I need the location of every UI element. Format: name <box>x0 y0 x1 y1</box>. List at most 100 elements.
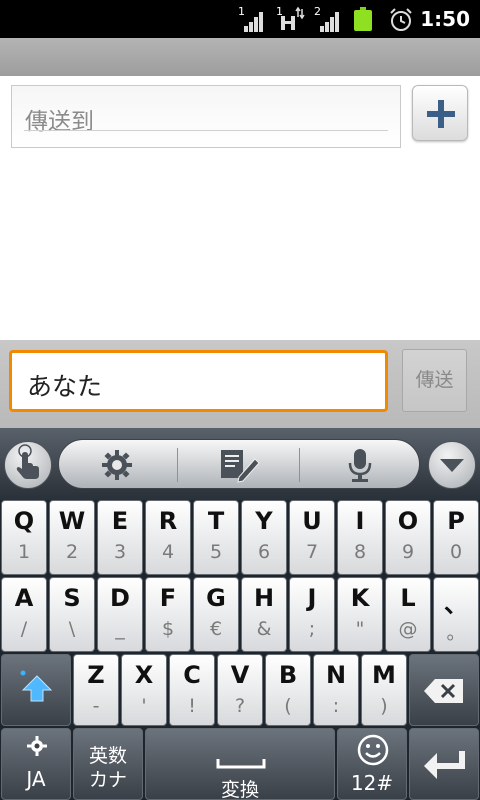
key-t[interactable]: T5 <box>193 500 239 575</box>
key-sublabel: ? <box>234 695 246 717</box>
key-r[interactable]: R4 <box>145 500 191 575</box>
message-input[interactable]: あなた <box>9 350 388 412</box>
key-u[interactable]: U7 <box>289 500 335 575</box>
space-key[interactable]: 変換 <box>145 728 335 800</box>
key-y[interactable]: Y6 <box>241 500 287 575</box>
key-label: L <box>400 584 416 612</box>
key-label: R <box>158 507 178 535</box>
key-e[interactable]: E3 <box>97 500 143 575</box>
key-sublabel: 3 <box>113 541 127 563</box>
convert-label: 変換 <box>220 779 259 800</box>
key-sublabel: 7 <box>305 541 319 563</box>
keyboard-toolbar <box>0 428 480 500</box>
collapse-keyboard-button[interactable] <box>428 441 476 489</box>
key-j[interactable]: J; <box>289 577 335 652</box>
key-v[interactable]: V? <box>217 654 263 726</box>
key-n[interactable]: N: <box>313 654 359 726</box>
key-sublabel: 8 <box>353 541 367 563</box>
key-label: P <box>447 507 465 535</box>
key-label: Q <box>13 507 35 535</box>
key-k[interactable]: K " <box>337 577 383 652</box>
key-label: O <box>397 507 419 535</box>
key-label: W <box>58 507 86 535</box>
recipient-placeholder: 傳送到 <box>25 109 94 135</box>
backspace-key[interactable] <box>409 654 479 726</box>
key-sublabel: 1 <box>17 541 31 563</box>
send-button[interactable]: 傳送 <box>402 349 467 412</box>
key-sublabel: 9 <box>401 541 415 563</box>
key-sublabel: / <box>20 618 28 640</box>
hand-touch-button[interactable] <box>4 441 52 489</box>
key-label: Y <box>255 507 273 535</box>
key-label: M <box>372 661 396 689</box>
key-sublabel: 0 <box>449 541 463 563</box>
symbols-key[interactable]: 12# <box>337 728 407 800</box>
key-w[interactable]: W2 <box>49 500 95 575</box>
key-sublabel: $ <box>161 618 175 640</box>
toolbar-pill <box>58 439 420 489</box>
key-label: H <box>253 584 275 612</box>
shift-key[interactable] <box>1 654 71 726</box>
key-o[interactable]: O9 <box>385 500 431 575</box>
key-sublabel: 。 <box>446 622 466 644</box>
chevron-down-icon <box>440 459 464 472</box>
recipient-area: 傳送到 <box>0 76 480 340</box>
input-mode-line1: 英数 <box>88 745 127 767</box>
key-sublabel: 5 <box>209 541 223 563</box>
key-sublabel: 4 <box>161 541 175 563</box>
key-label: U <box>302 507 322 535</box>
input-mode-line2: カナ <box>88 769 127 791</box>
smiley-icon <box>357 734 389 766</box>
microphone-icon[interactable] <box>345 447 375 485</box>
key-sublabel: " <box>355 618 365 640</box>
key-sublabel: @ <box>398 618 418 640</box>
recipient-input[interactable]: 傳送到 <box>11 85 401 148</box>
plus-icon <box>427 100 455 128</box>
key-label: D <box>110 584 130 612</box>
add-recipient-button[interactable] <box>412 85 468 141</box>
key-l[interactable]: L @ <box>385 577 431 652</box>
gear-icon[interactable] <box>99 447 135 483</box>
key-label: F <box>159 584 177 612</box>
key-i[interactable]: I8 <box>337 500 383 575</box>
key-sublabel: 2 <box>65 541 79 563</box>
key-a[interactable]: A / <box>1 577 47 652</box>
signal-icon: 2 <box>314 5 344 32</box>
key-f[interactable]: F $ <box>145 577 191 652</box>
key-sublabel: : <box>332 695 340 717</box>
data-transfer-icon: 1 <box>276 5 306 32</box>
key-s[interactable]: S \ <box>49 577 95 652</box>
enter-key[interactable] <box>409 728 479 800</box>
key-h[interactable]: H & <box>241 577 287 652</box>
key-label: K <box>350 584 370 612</box>
key-sublabel: - <box>92 695 100 717</box>
key-label: I <box>355 507 365 535</box>
key-label: S <box>63 584 81 612</box>
key-label: 、 <box>444 590 468 618</box>
gear-icon <box>27 736 47 756</box>
clock: 1:50 <box>420 7 470 31</box>
key-sublabel: \ <box>68 618 76 640</box>
key-label: Z <box>87 661 105 689</box>
key-sublabel: _ <box>115 618 125 640</box>
compose-bar: あなた 傳送 <box>0 340 480 428</box>
key-sublabel: ; <box>308 618 316 640</box>
key-d[interactable]: D _ <box>97 577 143 652</box>
edit-notes-icon[interactable] <box>219 447 263 483</box>
key-c[interactable]: C! <box>169 654 215 726</box>
key-b[interactable]: B( <box>265 654 311 726</box>
key-comma-jp[interactable]: 、。 <box>433 577 479 652</box>
key-label: J <box>307 584 317 612</box>
key-x[interactable]: X ' <box>121 654 167 726</box>
input-mode-key[interactable]: 英数 カナ <box>73 728 143 800</box>
status-bar: 1 1 2 1:50 <box>0 0 480 38</box>
key-z[interactable]: Z- <box>73 654 119 726</box>
key-p[interactable]: P0 <box>433 500 479 575</box>
key-q[interactable]: Q1 <box>1 500 47 575</box>
key-g[interactable]: G € <box>193 577 239 652</box>
shift-icon <box>20 670 53 702</box>
key-sublabel: ' <box>141 695 147 717</box>
language-key[interactable]: JA <box>1 728 71 800</box>
key-m[interactable]: M) <box>361 654 407 726</box>
key-label: X <box>134 661 154 689</box>
